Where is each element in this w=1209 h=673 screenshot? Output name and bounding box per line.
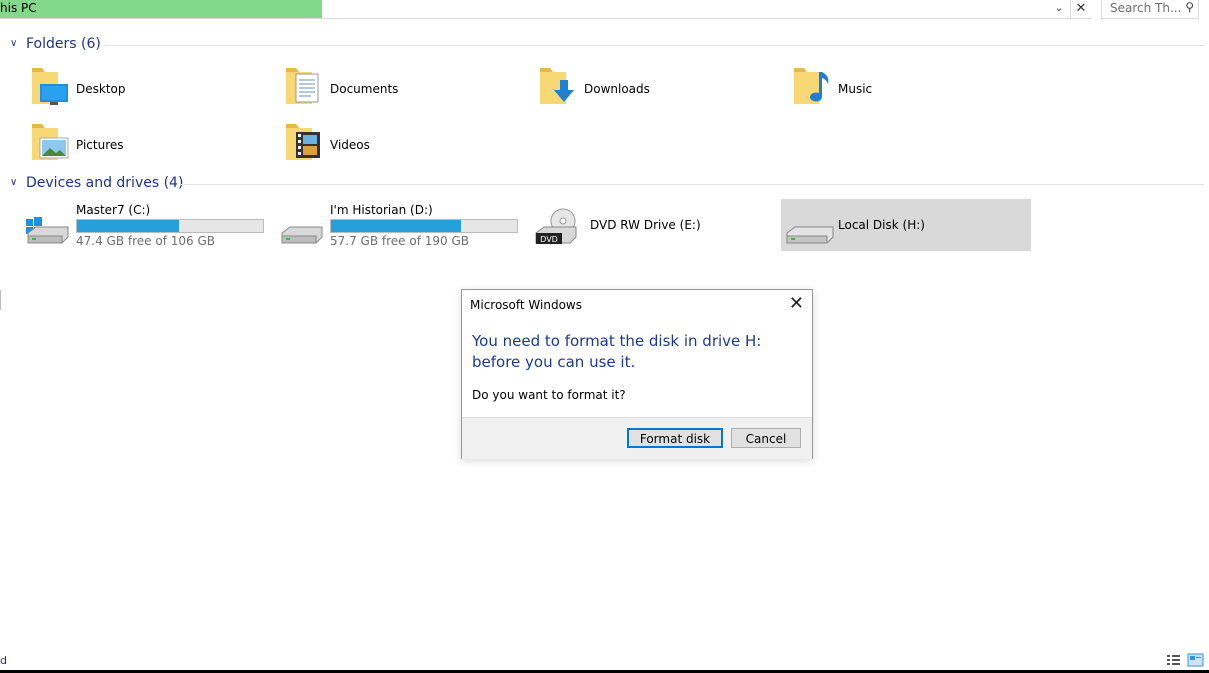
dialog-question: Do you want to format it?	[472, 388, 626, 402]
address-bar[interactable]: his PC ⌄ ✕	[0, 0, 1092, 19]
folder-label: Desktop	[76, 82, 126, 96]
format-disk-button[interactable]: Format disk	[627, 428, 723, 448]
search-input[interactable]: Search Th...	[1110, 1, 1181, 15]
search-icon[interactable]: ⚲	[1185, 0, 1194, 14]
drives-section-header[interactable]: ∨ Devices and drives (4)	[10, 175, 1204, 193]
details-view-icon[interactable]	[1167, 655, 1180, 665]
folder-downloads[interactable]: Downloads	[538, 66, 788, 116]
cancel-button[interactable]: Cancel	[731, 428, 801, 448]
pictures-folder-icon	[32, 124, 69, 160]
dialog-footer: Format disk Cancel	[462, 417, 812, 459]
divider	[180, 184, 1204, 185]
drive-free-space: 47.4 GB free of 106 GB	[76, 234, 215, 248]
drive-free-space: 57.7 GB free of 190 GB	[330, 234, 469, 248]
folder-label: Documents	[330, 82, 399, 96]
tiles-view-icon[interactable]	[1187, 653, 1204, 667]
folder-videos[interactable]: Videos	[284, 122, 534, 172]
drive-d[interactable]: I'm Historian (D:) 57.7 GB free of 190 G…	[280, 199, 530, 251]
close-icon[interactable]: ✕	[1070, 0, 1091, 18]
drive-usage-fill	[331, 220, 462, 232]
view-toggle	[1166, 653, 1206, 670]
chevron-down-icon[interactable]: ∨	[10, 177, 17, 188]
chevron-down-icon[interactable]: ⌄	[1050, 1, 1068, 17]
drive-usage-bar	[76, 219, 264, 233]
status-text: d	[0, 654, 7, 667]
format-disk-dialog: Microsoft Windows ✕ You need to format t…	[461, 289, 813, 459]
folder-label: Music	[838, 82, 873, 96]
drive-usage-bar	[330, 219, 518, 233]
divider	[104, 45, 1204, 46]
hard-drive-icon	[281, 226, 323, 244]
dvd-drive-icon: DVD	[535, 208, 577, 244]
videos-folder-icon	[286, 124, 320, 160]
drive-h[interactable]: Local Disk (H:)	[781, 199, 1031, 251]
close-icon[interactable]: ✕	[789, 294, 804, 314]
dialog-title: Microsoft Windows	[470, 298, 582, 312]
drive-name: I'm Historian (D:)	[330, 203, 433, 217]
search-box[interactable]: Search Th... ⚲	[1101, 0, 1199, 19]
address-progress	[0, 0, 322, 18]
section-title: Folders (6)	[26, 36, 101, 52]
folders-section-header[interactable]: ∨ Folders (6)	[10, 36, 1204, 54]
drive-name: Local Disk (H:)	[838, 218, 925, 232]
drive-e[interactable]: DVD DVD RW Drive (E:)	[534, 199, 784, 251]
folder-label: Downloads	[584, 82, 650, 96]
drive-name: DVD RW Drive (E:)	[590, 218, 701, 232]
desktop-folder-icon	[32, 68, 68, 105]
address-text: his PC	[0, 1, 37, 15]
scroll-edge	[0, 290, 1, 310]
chevron-down-icon[interactable]: ∨	[10, 38, 17, 49]
dvd-badge: DVD	[540, 235, 558, 244]
drive-usage-fill	[77, 220, 180, 232]
folder-pictures[interactable]: Pictures	[30, 122, 280, 172]
downloads-folder-icon	[540, 68, 574, 104]
documents-folder-icon	[286, 68, 319, 104]
hard-drive-icon	[786, 226, 834, 244]
music-folder-icon	[794, 68, 829, 104]
drive-c[interactable]: Master7 (C:) 47.4 GB free of 106 GB	[26, 199, 276, 251]
folder-documents[interactable]: Documents	[284, 66, 534, 116]
drive-name: Master7 (C:)	[76, 203, 151, 217]
folder-label: Videos	[330, 138, 370, 152]
dialog-message: You need to format the disk in drive H: …	[472, 332, 762, 371]
section-title: Devices and drives (4)	[26, 175, 184, 191]
folder-desktop[interactable]: Desktop	[30, 66, 280, 116]
folder-music[interactable]: Music	[792, 66, 1042, 116]
windows-drive-icon	[26, 217, 69, 244]
folder-label: Pictures	[76, 138, 124, 152]
